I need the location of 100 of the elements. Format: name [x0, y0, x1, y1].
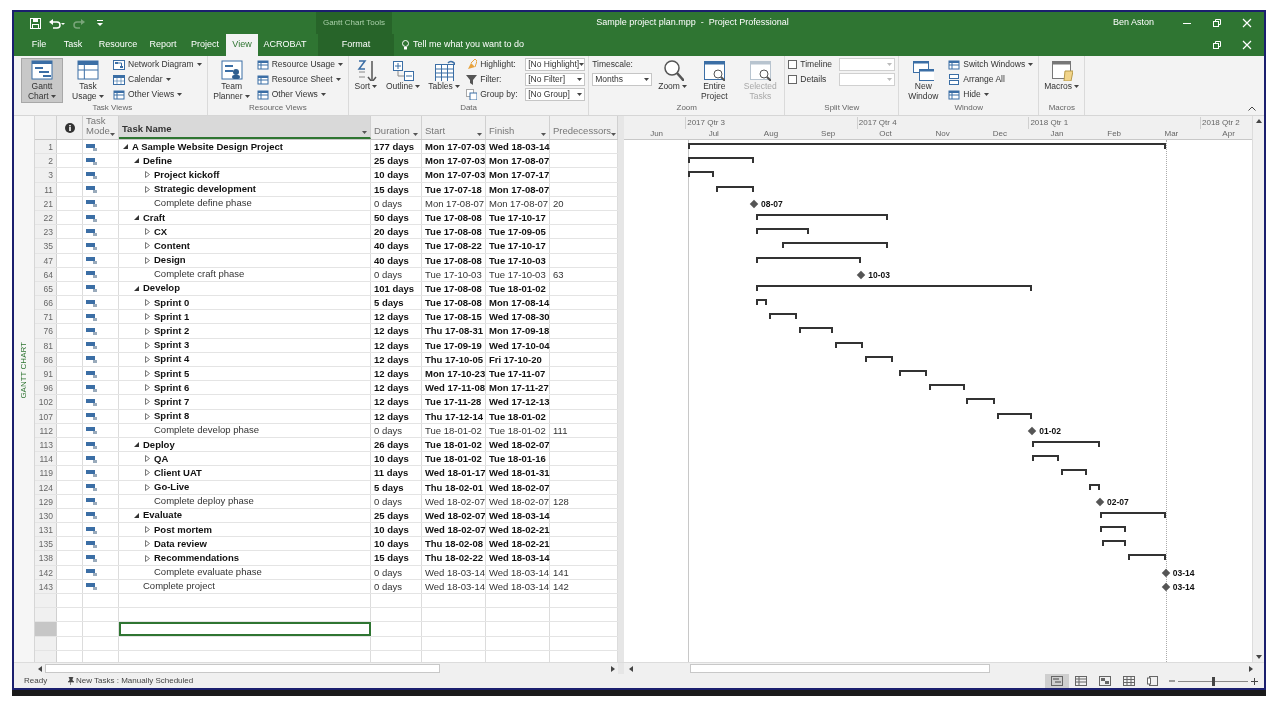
- tell-me-search[interactable]: Tell me what you want to do: [402, 34, 525, 56]
- ribbon-button[interactable]: Tables: [426, 58, 463, 94]
- scroll-right-icon[interactable]: [1248, 664, 1254, 673]
- ribbon-button[interactable]: New Window: [902, 58, 945, 103]
- ribbon-button[interactable]: Network Diagram: [113, 58, 204, 71]
- ribbon-button[interactable]: Entire Project: [693, 58, 736, 103]
- scroll-up-icon[interactable]: [1254, 118, 1263, 124]
- expand-icon[interactable]: [145, 483, 150, 491]
- dropdown-field[interactable]: [839, 58, 896, 71]
- customize-icon[interactable]: [97, 19, 103, 27]
- collapse-icon[interactable]: [123, 144, 128, 150]
- row-number[interactable]: 114: [35, 452, 57, 466]
- column-header[interactable]: Start: [422, 116, 486, 139]
- row-number[interactable]: 66: [35, 296, 57, 310]
- expand-icon[interactable]: [145, 540, 150, 548]
- scroll-thumb[interactable]: [690, 664, 990, 673]
- expand-icon[interactable]: [145, 455, 150, 463]
- collapse-icon[interactable]: [134, 158, 139, 164]
- close-icon[interactable]: [1242, 18, 1252, 28]
- new-tasks-mode[interactable]: New Tasks : Manually Scheduled: [66, 675, 194, 687]
- row-number[interactable]: 23: [35, 225, 57, 239]
- dropdown-field[interactable]: [No Highlight]: [525, 58, 586, 71]
- dropdown-field[interactable]: [No Group]: [525, 88, 586, 101]
- slider-thumb[interactable]: [1211, 676, 1215, 686]
- expand-icon[interactable]: [145, 398, 150, 406]
- row-number[interactable]: 102: [35, 395, 57, 409]
- row-number[interactable]: 71: [35, 310, 57, 324]
- ribbon-tab[interactable]: Project: [184, 34, 226, 56]
- ribbon-button[interactable]: Hide: [948, 88, 1036, 101]
- close-icon[interactable]: [1242, 40, 1252, 50]
- row-number[interactable]: 96: [35, 381, 57, 395]
- row-number[interactable]: 1: [35, 140, 57, 154]
- ribbon-button[interactable]: Resource Sheet: [256, 73, 345, 86]
- collapse-ribbon-icon[interactable]: [1248, 106, 1256, 111]
- row-number[interactable]: 2: [35, 154, 57, 168]
- collapse-icon[interactable]: [134, 442, 139, 448]
- expand-icon[interactable]: [145, 256, 150, 264]
- ribbon-button[interactable]: Other Views: [113, 88, 204, 101]
- row-number[interactable]: 91: [35, 367, 57, 381]
- expand-icon[interactable]: [145, 554, 150, 562]
- row-number[interactable]: 135: [35, 537, 57, 551]
- expand-icon[interactable]: [145, 384, 150, 392]
- ribbon-tab[interactable]: Resource: [94, 34, 142, 56]
- collapse-icon[interactable]: [134, 512, 139, 518]
- expand-icon[interactable]: [145, 341, 150, 349]
- expand-icon[interactable]: [145, 185, 150, 193]
- ribbon-tab[interactable]: Task: [52, 34, 94, 56]
- column-header[interactable]: Finish: [486, 116, 550, 139]
- ribbon-button[interactable]: Task Usage: [67, 58, 109, 103]
- expand-icon[interactable]: [145, 228, 150, 236]
- expand-icon[interactable]: [145, 355, 150, 363]
- expand-icon[interactable]: [145, 327, 150, 335]
- ribbon-tab[interactable]: View: [226, 34, 258, 56]
- dropdown-field[interactable]: [No Filter]: [525, 73, 586, 86]
- row-number[interactable]: 76: [35, 324, 57, 338]
- row-number[interactable]: 138: [35, 551, 57, 565]
- expand-icon[interactable]: [145, 171, 150, 179]
- ribbon-button[interactable]: Other Views: [256, 88, 345, 101]
- row-number[interactable]: 35: [35, 239, 57, 253]
- ribbon-tab[interactable]: ACROBAT: [258, 34, 312, 56]
- ribbon-button[interactable]: Resource Usage: [256, 58, 345, 71]
- checkbox[interactable]: [788, 75, 798, 84]
- row-number[interactable]: 3: [35, 168, 57, 182]
- zoom-in-icon[interactable]: [1251, 677, 1258, 685]
- expand-icon[interactable]: [145, 469, 150, 477]
- scroll-left-icon[interactable]: [37, 664, 43, 673]
- scroll-thumb[interactable]: [45, 664, 440, 673]
- expand-icon[interactable]: [145, 412, 150, 420]
- ribbon-tab[interactable]: File: [26, 34, 52, 56]
- row-number[interactable]: 131: [35, 523, 57, 537]
- ribbon-button[interactable]: Gantt Chart: [21, 58, 63, 103]
- expand-icon[interactable]: [145, 526, 150, 534]
- save-icon[interactable]: [30, 17, 41, 29]
- column-header[interactable]: Predecessors: [550, 116, 618, 139]
- collapse-icon[interactable]: [134, 215, 139, 221]
- vertical-scrollbar[interactable]: [1252, 116, 1264, 662]
- expand-icon[interactable]: [145, 313, 150, 321]
- checkbox[interactable]: [788, 60, 798, 69]
- ribbon-tab[interactable]: Format: [318, 34, 394, 56]
- undo-icon[interactable]: [49, 17, 65, 29]
- ribbon-button[interactable]: Switch Windows: [948, 58, 1036, 71]
- scroll-right-icon[interactable]: [610, 664, 616, 673]
- ribbon-button[interactable]: Macros: [1042, 58, 1082, 94]
- collapse-icon[interactable]: [134, 285, 139, 291]
- expand-icon[interactable]: [145, 242, 150, 250]
- column-header[interactable]: Duration: [371, 116, 422, 139]
- ribbon-button[interactable]: Arrange All: [948, 73, 1036, 86]
- expand-icon[interactable]: [145, 370, 150, 378]
- ribbon-tab[interactable]: Report: [142, 34, 184, 56]
- dropdown-field[interactable]: Months: [592, 73, 653, 86]
- row-number[interactable]: 119: [35, 466, 57, 480]
- ribbon-button[interactable]: Outline: [383, 58, 423, 94]
- dropdown-field[interactable]: [839, 73, 896, 86]
- ribbon-button[interactable]: Sort: [351, 58, 380, 94]
- ribbon-button[interactable]: Team Planner: [210, 58, 253, 103]
- scroll-left-icon[interactable]: [628, 664, 634, 673]
- scroll-down-icon[interactable]: [1254, 654, 1263, 660]
- selected-cell[interactable]: [119, 622, 371, 636]
- view-shortcut-button[interactable]: [1045, 674, 1069, 688]
- expand-icon[interactable]: [145, 299, 150, 307]
